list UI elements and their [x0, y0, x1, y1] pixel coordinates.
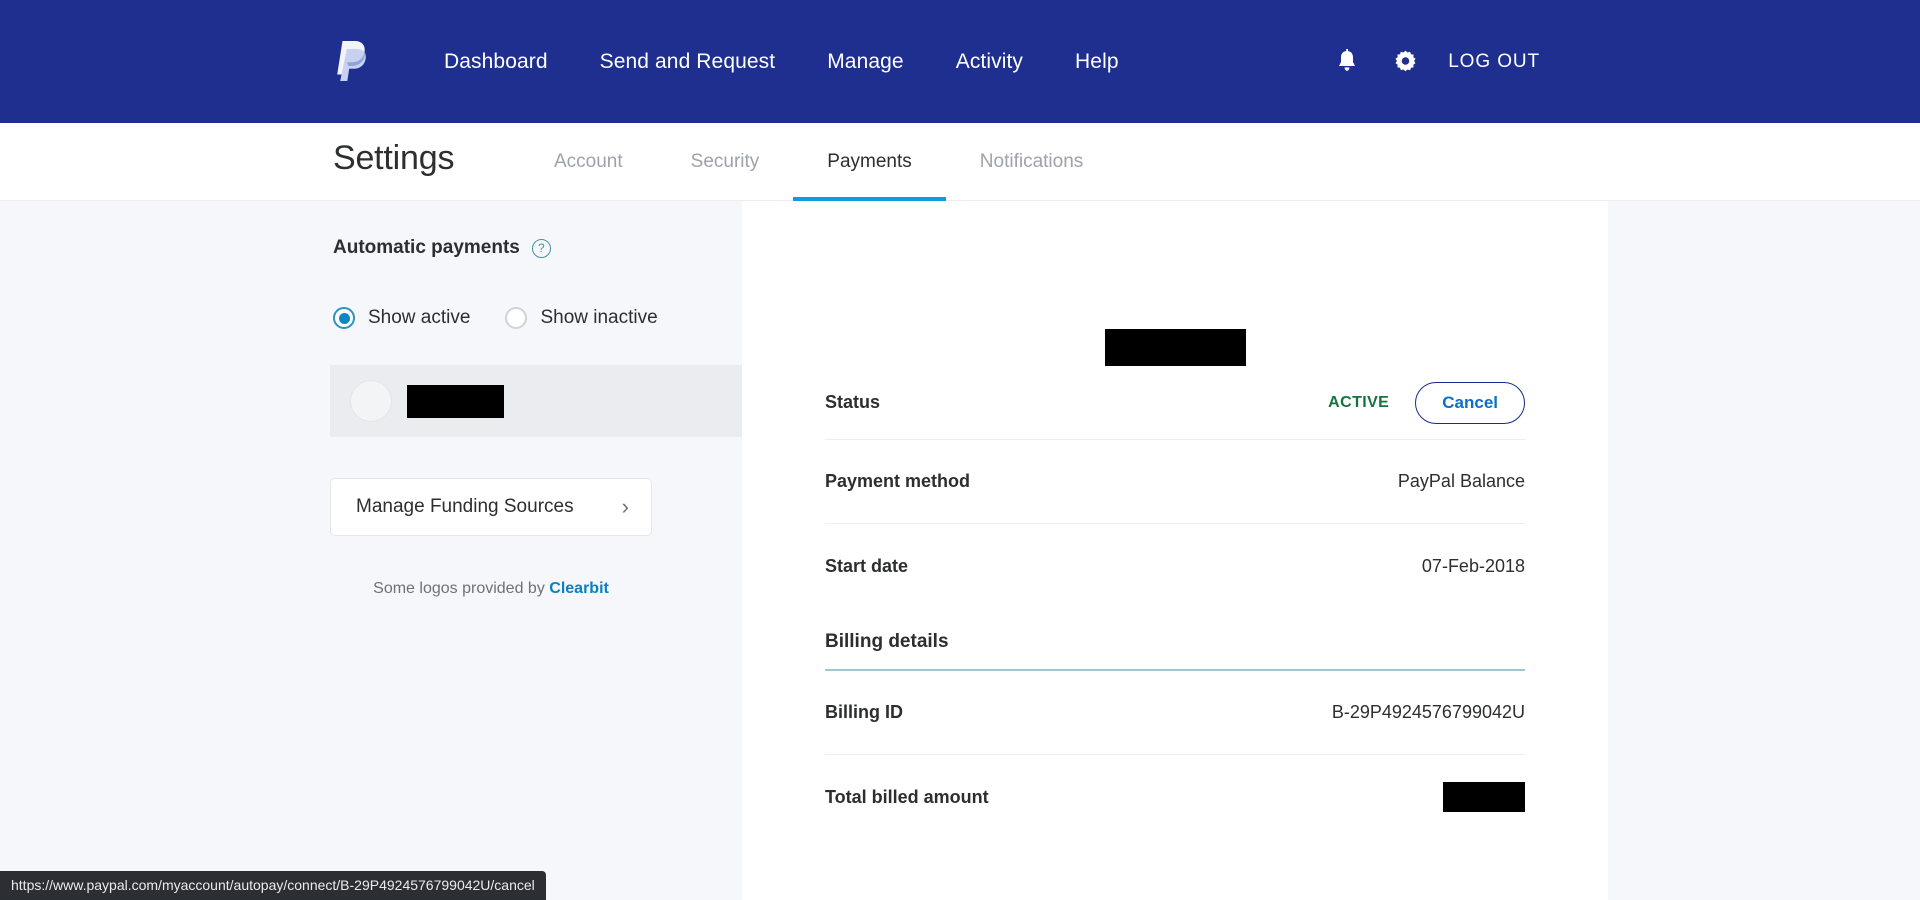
- settings-tab-bar: Settings Account Security Payments Notif…: [0, 123, 1920, 201]
- clearbit-attribution-text: Some logos provided by: [373, 580, 550, 597]
- nav-link-send-and-request[interactable]: Send and Request: [574, 50, 802, 74]
- clearbit-attribution: Some logos provided by Clearbit: [330, 580, 652, 598]
- detail-row-status: Status ACTIVE Cancel: [825, 366, 1525, 440]
- radio-show-active-control[interactable]: [333, 307, 355, 329]
- tab-payments[interactable]: Payments: [793, 123, 947, 201]
- clearbit-link[interactable]: Clearbit: [549, 580, 609, 597]
- nav-utility-group: LOG OUT: [1332, 0, 1540, 123]
- radio-show-inactive[interactable]: Show inactive: [505, 307, 658, 329]
- chevron-right-icon: ›: [621, 494, 629, 519]
- nav-link-dashboard[interactable]: Dashboard: [418, 50, 574, 74]
- radio-show-inactive-control[interactable]: [505, 307, 528, 329]
- merchant-title-redacted: [1104, 329, 1246, 366]
- help-question-icon[interactable]: ?: [531, 238, 551, 258]
- agreement-detail-panel: Status ACTIVE Cancel Payment method PayP…: [742, 201, 1608, 900]
- detail-row-billing-id: Billing ID B-29P4924576799042U: [825, 671, 1525, 755]
- detail-row-total-billed-amount: Total billed amount: [825, 755, 1525, 839]
- status-badge: ACTIVE: [1328, 393, 1390, 411]
- settings-gear-icon[interactable]: [1390, 47, 1420, 77]
- payment-filter-radio-group: Show active Show inactive: [330, 307, 742, 329]
- left-gutter: [0, 201, 330, 900]
- right-gutter: [1608, 201, 1920, 900]
- tab-security[interactable]: Security: [657, 123, 794, 201]
- nav-link-help[interactable]: Help: [1049, 50, 1145, 74]
- start-date-value: 07-Feb-2018: [1421, 555, 1525, 576]
- nav-link-activity[interactable]: Activity: [930, 50, 1049, 74]
- tab-account[interactable]: Account: [520, 123, 657, 201]
- detail-row-start-date: Start date 07-Feb-2018: [825, 524, 1525, 608]
- merchant-name-redacted: [407, 384, 504, 418]
- top-navigation-bar: Dashboard Send and Request Manage Activi…: [0, 0, 1920, 123]
- manage-funding-sources-label: Manage Funding Sources: [356, 496, 574, 517]
- billing-id-label: Billing ID: [825, 702, 903, 722]
- billing-id-value: B-29P4924576799042U: [1331, 702, 1525, 722]
- cancel-button[interactable]: Cancel: [1415, 381, 1525, 424]
- manage-funding-sources-button[interactable]: Manage Funding Sources ›: [330, 478, 652, 536]
- sidebar-heading-label: Automatic payments: [333, 237, 520, 258]
- page-content: Automatic payments ? Show active Show in…: [0, 201, 1920, 900]
- paypal-settings-page: Dashboard Send and Request Manage Activi…: [0, 0, 1920, 900]
- billing-details-heading: Billing details: [825, 631, 1525, 671]
- sidebar-heading: Automatic payments ?: [330, 237, 742, 259]
- radio-show-inactive-label: Show inactive: [540, 307, 658, 328]
- browser-status-bar-url: https://www.paypal.com/myaccount/autopay…: [0, 871, 546, 900]
- total-billed-amount-redacted: [1443, 782, 1525, 812]
- total-billed-amount-label: Total billed amount: [825, 786, 989, 807]
- tab-notifications[interactable]: Notifications: [946, 123, 1118, 201]
- radio-show-active-label: Show active: [368, 307, 471, 328]
- page-title: Settings: [333, 139, 455, 177]
- primary-nav-links: Dashboard Send and Request Manage Activi…: [418, 0, 1145, 123]
- merchant-avatar-icon: [350, 380, 392, 422]
- logout-button[interactable]: LOG OUT: [1448, 51, 1540, 73]
- automatic-payments-sidebar: Automatic payments ? Show active Show in…: [330, 201, 766, 900]
- start-date-label: Start date: [825, 555, 909, 576]
- list-item[interactable]: [330, 365, 766, 437]
- detail-row-payment-method: Payment method PayPal Balance: [825, 440, 1525, 524]
- notification-bell-icon[interactable]: [1332, 47, 1362, 77]
- settings-tabs: Account Security Payments Notifications: [520, 123, 1117, 201]
- payment-method-label: Payment method: [825, 471, 971, 491]
- paypal-logo-icon[interactable]: [333, 40, 369, 84]
- radio-show-active[interactable]: Show active: [333, 307, 470, 329]
- payment-method-value: PayPal Balance: [1397, 471, 1525, 491]
- status-right-group: ACTIVE Cancel: [1328, 381, 1525, 424]
- nav-link-manage[interactable]: Manage: [801, 50, 930, 74]
- status-label: Status: [825, 392, 881, 412]
